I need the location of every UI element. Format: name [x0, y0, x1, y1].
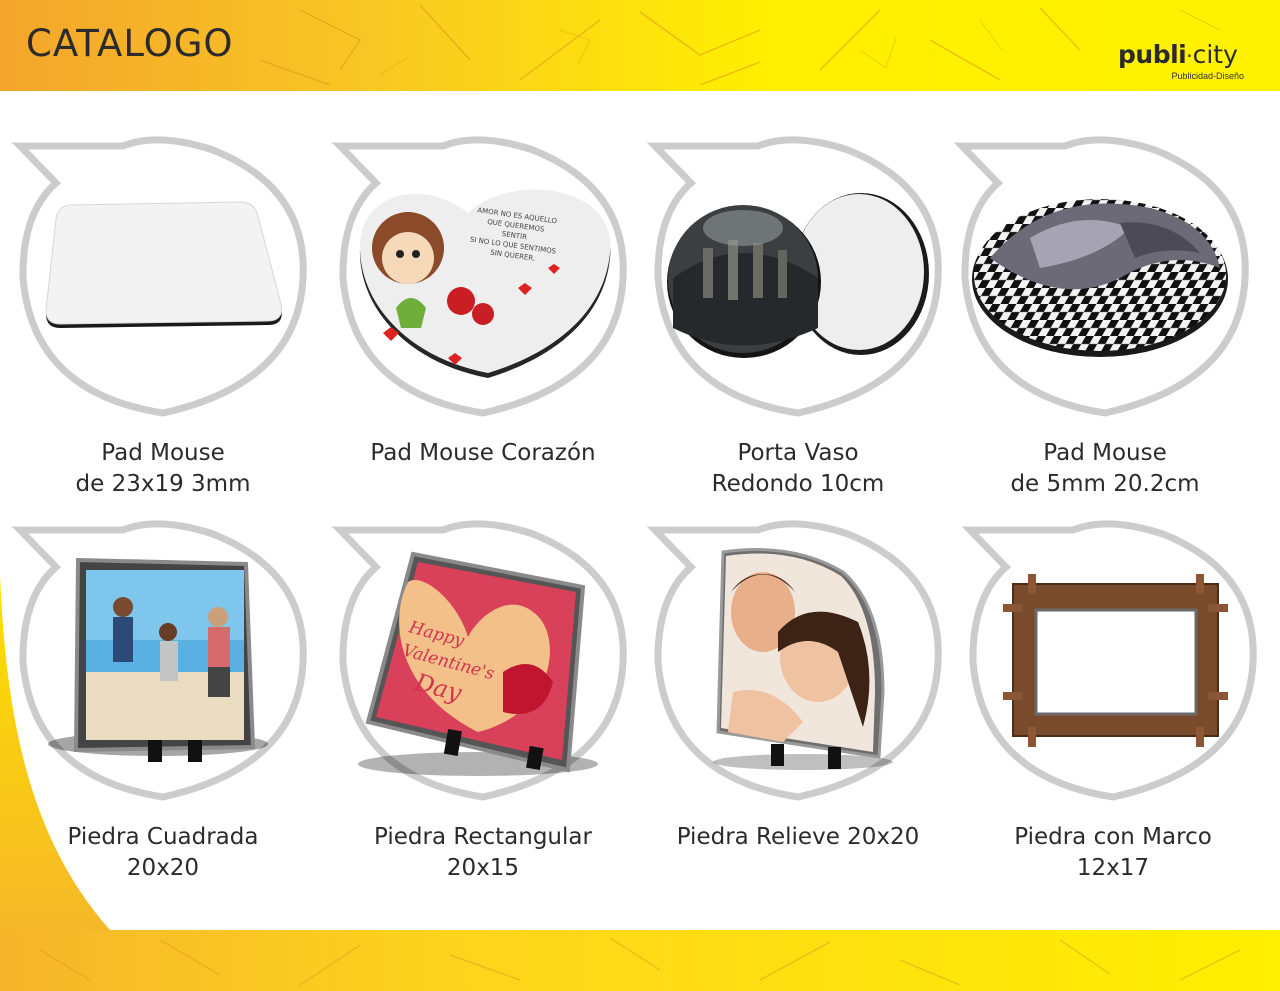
product-name-line2: de 5mm 20.2cm: [1010, 471, 1200, 497]
speech-bubble-frame: [961, 520, 1257, 801]
framed-stone-image: [1003, 574, 1228, 747]
square-stone-photo-image: [48, 557, 268, 762]
product-name-line1: Piedra Cuadrada: [67, 824, 259, 850]
product-name-line2: 20x20: [126, 855, 200, 881]
product-card-pad-mouse-corazon[interactable]: AMOR NO ES AQUELLO QUE QUEREMOS SENTIR S…: [328, 128, 638, 466]
product-name-line1: Piedra Rectangular: [374, 824, 592, 850]
product-card-piedra-relieve[interactable]: Piedra Relieve 20x20: [643, 512, 953, 850]
speech-bubble-frame: [646, 136, 942, 417]
product-card-piedra-rectangular[interactable]: Happy Valentine's Day Piedra Rectangular…: [328, 512, 638, 881]
round-mouse-pad-image: [972, 199, 1228, 357]
product-name-line1: Pad Mouse: [101, 440, 225, 466]
speech-bubble-frame: AMOR NO ES AQUELLO QUE QUEREMOS SENTIR S…: [331, 136, 627, 417]
blank-mouse-pad-image: [45, 201, 282, 328]
speech-bubble-frame: Happy Valentine's Day: [331, 520, 627, 801]
product-name-line1: Pad Mouse Corazón: [370, 440, 596, 466]
product-name-line2: 12x17: [1076, 855, 1150, 881]
product-card-pad-mouse-5mm[interactable]: Pad Mouse de 5mm 20.2cm: [950, 128, 1260, 497]
footer-texture: [39, 937, 1241, 986]
product-card-pad-mouse-3mm[interactable]: Pad Mouse de 23x19 3mm: [8, 128, 318, 497]
product-name-line1: Piedra con Marco: [1014, 824, 1212, 850]
speech-bubble-frame: [11, 520, 307, 801]
speech-bubble-frame: [11, 136, 307, 417]
product-name-line1: Piedra Relieve 20x20: [676, 824, 920, 850]
product-name-line1: Pad Mouse: [1043, 440, 1167, 466]
speech-bubble-frame: [646, 520, 942, 801]
product-card-piedra-con-marco[interactable]: Piedra con Marco 12x17: [958, 512, 1268, 881]
product-name-line2: de 23x19 3mm: [75, 471, 251, 497]
speech-bubble-frame: [953, 136, 1249, 417]
product-card-piedra-cuadrada[interactable]: Piedra Cuadrada 20x20: [8, 512, 318, 881]
footer-banner: [0, 930, 1280, 991]
product-name-line1: Porta Vaso: [737, 440, 859, 466]
product-card-porta-vaso[interactable]: Porta Vaso Redondo 10cm: [643, 128, 953, 497]
product-name-line2: Redondo 10cm: [711, 471, 885, 497]
product-name-line2: 20x15: [446, 855, 520, 881]
